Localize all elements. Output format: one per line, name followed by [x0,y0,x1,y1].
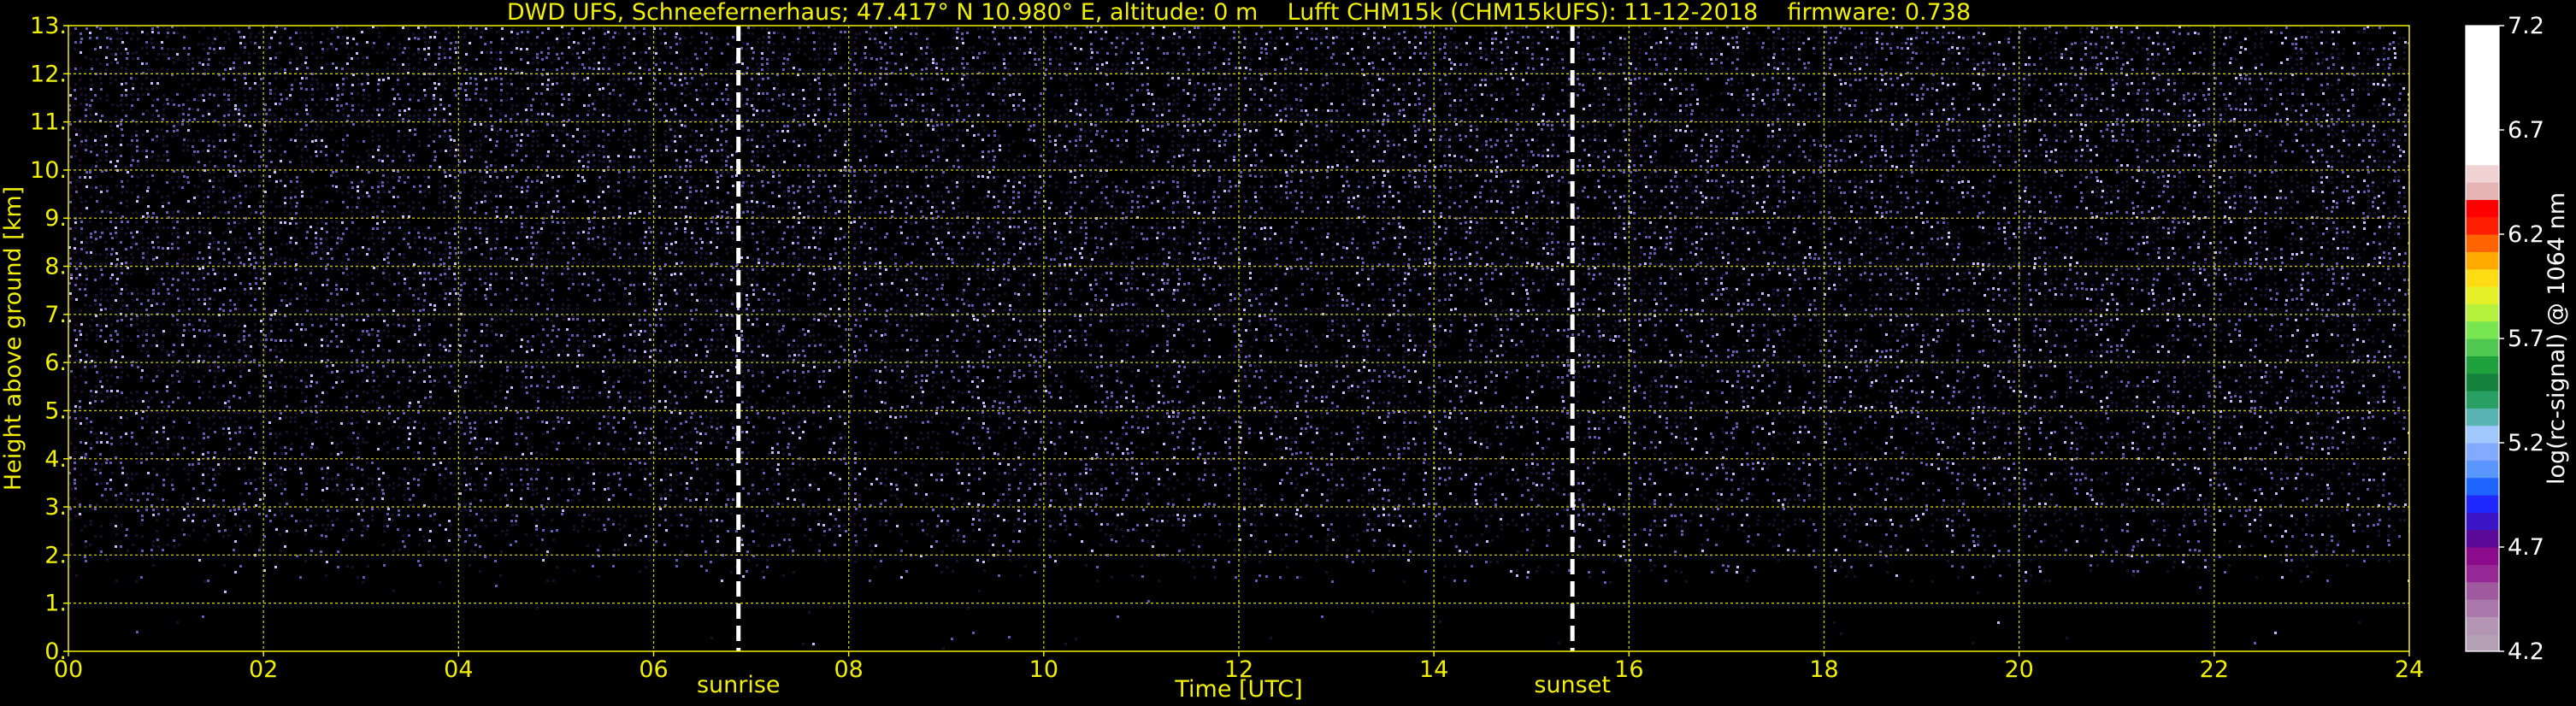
colorbar-swatch [2466,408,2499,427]
colorbar-swatch [2466,130,2499,148]
x-axis-label: Time [UTC] [1174,676,1302,703]
colorbar-swatch [2466,547,2499,565]
colorbar-label: log(rc-signal) @ 1064 nm [2544,192,2570,485]
y-tick-label: 11. [30,109,67,136]
y-tick-label: 9. [44,205,67,232]
y-tick-label: 1. [44,591,67,617]
x-tick-label: 24 [2395,656,2424,683]
colorbar-tick-label: 6.2 [2508,221,2544,248]
y-tick-label: 13. [30,13,67,39]
colorbar-swatch [2466,78,2499,96]
colorbar-swatch [2466,599,2499,617]
x-tick-label: 02 [249,656,278,683]
colorbar-swatch [2466,338,2499,356]
colorbar-swatch [2466,425,2499,444]
colorbar-swatch [2466,268,2499,287]
y-tick-label: 5. [44,397,67,424]
colorbar-swatch [2466,286,2499,304]
colorbar-tick-label: 4.2 [2508,638,2544,665]
colorbar-swatch [2466,164,2499,183]
ceilometer-figure: 00 02 04 06 08 10 12 14 16 18 20 22 24 0.1.2.3.4.5.6… [0,0,2576,706]
colorbar-swatch [2466,321,2499,339]
y-axis-label: Height above ground [km] [0,186,27,491]
colorbar-swatch [2466,303,2499,322]
colorbar-tick-label: 7.2 [2508,13,2544,39]
y-tick-label: 7. [44,302,67,328]
colorbar-swatch [2466,581,2499,600]
colorbar-swatch [2466,199,2499,218]
colorbar-swatch [2466,616,2499,635]
y-tick-label: 12. [30,61,67,87]
y-tick-label: 4. [44,446,67,473]
colorbar-tick-label: 5.2 [2508,430,2544,456]
colorbar-swatch [2466,373,2499,391]
x-tick-label: 04 [444,656,473,683]
y-tick-label: 3. [44,494,67,521]
colorbar-swatch [2466,147,2499,166]
colorbar-swatch [2466,477,2499,496]
colorbar-swatch [2466,633,2499,652]
x-tick-label: 06 [639,656,668,683]
sunset-label: sunset [1534,672,1611,698]
x-tick-label: 22 [2200,656,2229,683]
y-tick-label: 6. [44,350,67,376]
colorbar-swatch [2466,391,2499,409]
y-tick-label: 10. [30,157,67,184]
x-tick-label: 18 [1809,656,1838,683]
colorbar-swatches [2466,26,2499,652]
colorbar-swatch [2466,112,2499,131]
backscatter-heatmap [68,26,2409,651]
colorbar-tick-label: 4.7 [2508,534,2544,561]
x-tick-label: 16 [1614,656,1643,683]
colorbar-swatch [2466,26,2499,44]
colorbar-swatch [2466,60,2499,79]
colorbar-swatch [2466,512,2499,531]
sunrise-label: sunrise [697,672,781,698]
colorbar-swatch [2466,356,2499,374]
y-tick-label: 0. [44,638,67,665]
colorbar-swatch [2466,234,2499,252]
colorbar-swatch [2466,443,2499,461]
y-tick-label: 8. [44,254,67,280]
x-tick-label: 10 [1029,656,1058,683]
colorbar-swatch [2466,182,2499,200]
colorbar-swatch [2466,564,2499,583]
colorbar-swatch [2466,43,2499,62]
x-tick-label: 08 [834,656,863,683]
colorbar-swatch [2466,251,2499,270]
colorbar-swatch [2466,529,2499,548]
x-tick-label: 20 [2004,656,2033,683]
colorbar-swatch [2466,495,2499,513]
colorbar-tick-label: 5.7 [2508,326,2544,352]
figure-title: DWD UFS, Schneefernerhaus; 47.417° N 10.… [507,0,1971,26]
y-tick-label: 2. [44,542,67,568]
colorbar-swatch [2466,95,2499,114]
colorbar-swatch [2466,460,2499,479]
x-tick-label: 14 [1419,656,1448,683]
colorbar-swatch [2466,216,2499,235]
colorbar-tick-label: 6.7 [2508,117,2544,144]
